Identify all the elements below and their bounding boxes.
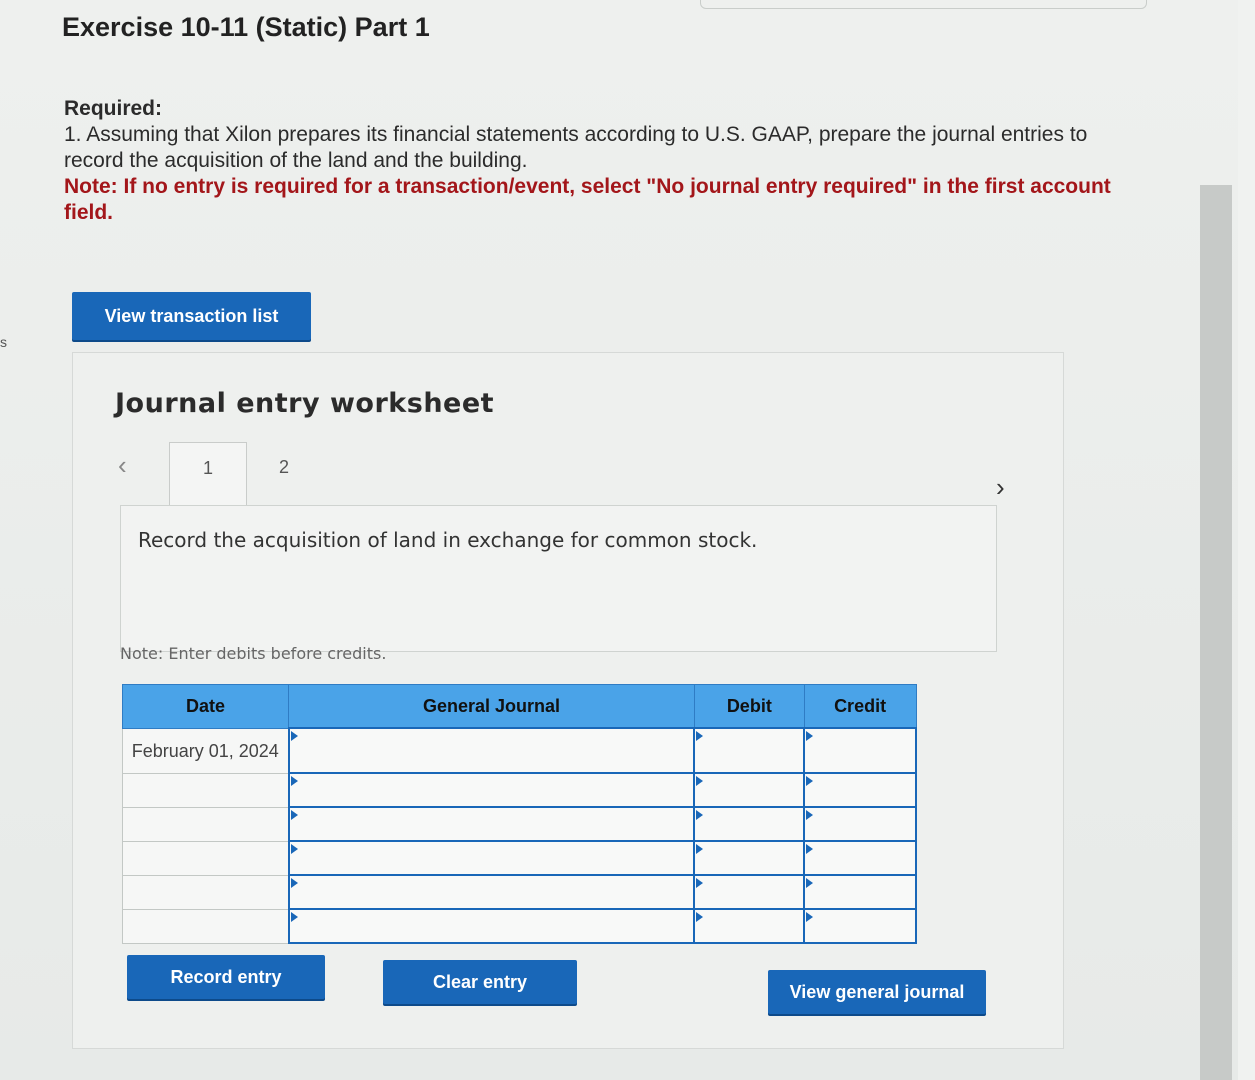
debit-input[interactable] — [693, 727, 806, 774]
date-cell — [121, 874, 290, 910]
table-row: February 01, 2024 — [121, 727, 917, 774]
debits-note: Note: Enter debits before credits. — [120, 644, 387, 663]
credit-input[interactable] — [803, 772, 917, 808]
date-cell — [121, 908, 290, 944]
journal-table: Date General Journal Debit Credit Februa… — [121, 684, 917, 944]
required-note: Note: If no entry is required for a tran… — [64, 175, 1111, 224]
debit-input[interactable] — [693, 806, 806, 842]
chevron-left-icon[interactable]: ‹ — [118, 450, 127, 481]
required-section: Required: 1. Assuming that Xilon prepare… — [64, 96, 1124, 226]
table-row — [121, 908, 917, 944]
date-cell: February 01, 2024 — [121, 727, 290, 774]
required-label: Required: — [64, 97, 163, 120]
required-text: 1. Assuming that Xilon prepares its fina… — [64, 123, 1088, 172]
account-input[interactable] — [287, 806, 696, 842]
account-input[interactable] — [287, 727, 696, 774]
header-general-journal: General Journal — [288, 684, 695, 729]
side-mark: s — [0, 334, 7, 350]
debit-input[interactable] — [693, 840, 806, 876]
table-row — [121, 772, 917, 808]
tab-2[interactable]: 2 — [246, 442, 322, 504]
account-input[interactable] — [287, 840, 696, 876]
table-row — [121, 874, 917, 910]
page: s Exercise 10-11 (Static) Part 1 Require… — [0, 0, 1255, 1080]
top-strip — [700, 0, 1147, 9]
credit-input[interactable] — [803, 727, 917, 774]
view-general-journal-button[interactable]: View general journal — [768, 970, 986, 1014]
clear-entry-button[interactable]: Clear entry — [383, 960, 577, 1004]
date-cell — [121, 840, 290, 876]
view-transaction-list-button[interactable]: View transaction list — [72, 292, 311, 340]
table-row — [121, 840, 917, 876]
worksheet-title: Journal entry worksheet — [115, 388, 495, 419]
date-cell — [121, 806, 290, 842]
chevron-right-icon[interactable]: › — [996, 472, 1005, 503]
account-input[interactable] — [287, 908, 696, 944]
table-header-row: Date General Journal Debit Credit — [121, 684, 917, 729]
credit-input[interactable] — [803, 806, 917, 842]
credit-input[interactable] — [803, 840, 917, 876]
scrollbar[interactable] — [1200, 185, 1232, 1080]
credit-input[interactable] — [803, 908, 917, 944]
header-date: Date — [121, 684, 290, 729]
record-entry-button[interactable]: Record entry — [127, 955, 325, 999]
debit-input[interactable] — [693, 772, 806, 808]
header-credit: Credit — [803, 684, 917, 729]
header-debit: Debit — [693, 684, 805, 729]
debit-input[interactable] — [693, 874, 806, 910]
table-row — [121, 806, 917, 842]
credit-input[interactable] — [803, 874, 917, 910]
exercise-title: Exercise 10-11 (Static) Part 1 — [62, 12, 430, 42]
date-cell — [121, 772, 290, 808]
transaction-description: Record the acquisition of land in exchan… — [138, 528, 758, 552]
right-edge — [1238, 0, 1255, 1080]
debit-input[interactable] — [693, 908, 806, 944]
account-input[interactable] — [287, 772, 696, 808]
account-input[interactable] — [287, 874, 696, 910]
tab-1[interactable]: 1 — [169, 442, 247, 505]
